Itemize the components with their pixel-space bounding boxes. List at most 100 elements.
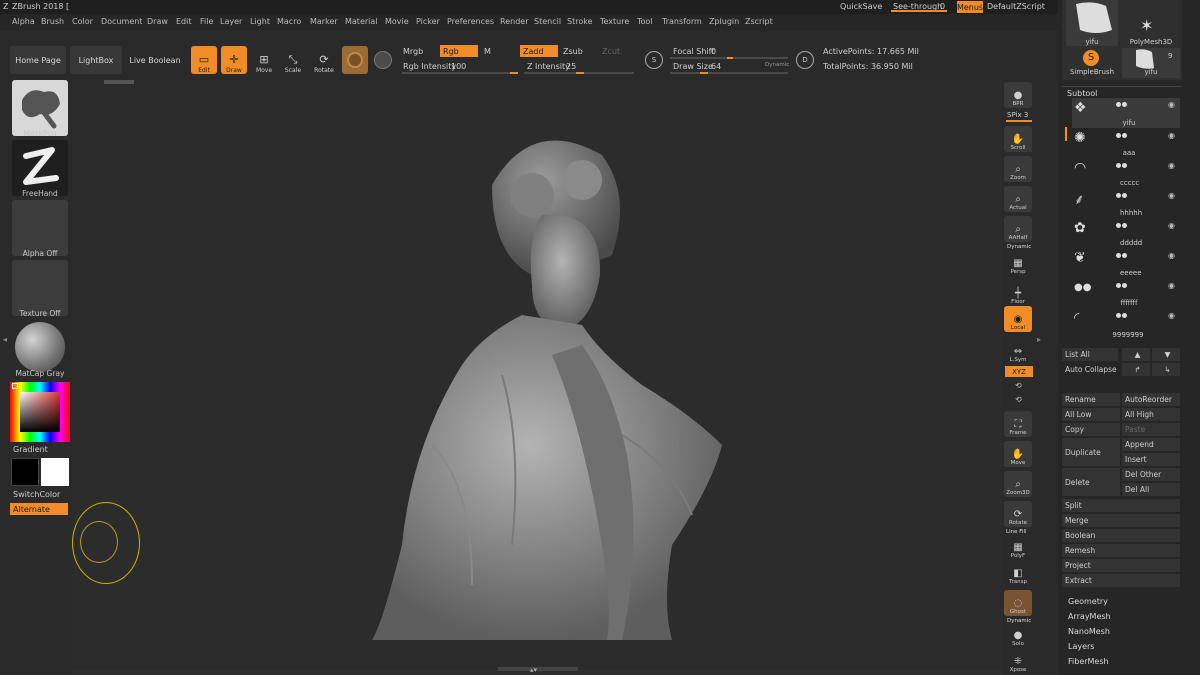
copy-button[interactable]: Copy xyxy=(1062,423,1120,436)
subtool-toggle-icon[interactable] xyxy=(1122,223,1127,228)
menu-brush[interactable]: Brush xyxy=(41,17,64,26)
menu-light[interactable]: Light xyxy=(250,17,270,26)
zsub-button[interactable]: Zsub xyxy=(563,47,583,56)
dynamic-label[interactable]: Dynamic xyxy=(765,62,789,68)
subtool-toggle-icon[interactable] xyxy=(1116,313,1121,318)
zoom3d-button[interactable]: ⌕ Zoom3D xyxy=(1004,471,1032,497)
menu-transform[interactable]: Transform xyxy=(662,17,702,26)
transp-button[interactable]: ◧ Transp xyxy=(1004,560,1032,586)
rgb-button[interactable]: Rgb xyxy=(440,45,478,57)
draw-button[interactable]: ✛ Draw xyxy=(221,46,247,74)
menu-zscript[interactable]: Zscript xyxy=(745,17,773,26)
move-view-button[interactable]: ✋ Move xyxy=(1004,441,1032,467)
quicksave-button[interactable]: QuickSave xyxy=(840,2,882,11)
edit-button[interactable]: ▭ Edit xyxy=(191,46,217,74)
tool-thumb-yifu[interactable]: yifu xyxy=(1066,0,1118,46)
del-other-button[interactable]: Del Other xyxy=(1122,468,1180,481)
lazy-stroke-icon[interactable]: S xyxy=(645,51,663,69)
subtool-toggle-icon[interactable] xyxy=(1122,283,1127,288)
arraymesh-section[interactable]: ArrayMesh xyxy=(1068,612,1111,621)
xyz-button[interactable]: XYZ xyxy=(1005,366,1033,377)
subtool-toggle-icon[interactable] xyxy=(1116,223,1121,228)
subtool-toggle-icon[interactable] xyxy=(1122,313,1127,318)
spix-value[interactable]: SPix 3 xyxy=(1007,111,1028,119)
spotlight-icon[interactable]: D xyxy=(796,51,814,69)
stroke-thumbnail[interactable] xyxy=(12,140,68,196)
actual-button[interactable]: ⌕ Actual xyxy=(1004,186,1032,212)
subtool-title[interactable]: Subtool xyxy=(1067,89,1097,98)
canvas-bottom-scroll[interactable] xyxy=(498,667,578,671)
extract-section[interactable]: Extract xyxy=(1062,574,1180,587)
insert-button[interactable]: Insert xyxy=(1122,453,1180,466)
rotate-z-icon[interactable]: ⟲ xyxy=(1015,395,1022,404)
visibility-eye-icon[interactable]: ◉ xyxy=(1168,311,1175,320)
subtool-toggle-icon[interactable] xyxy=(1122,133,1127,138)
append-button[interactable]: Append xyxy=(1122,438,1180,451)
menu-color[interactable]: Color xyxy=(72,17,93,26)
project-section[interactable]: Project xyxy=(1062,559,1180,572)
all-low-button[interactable]: All Low xyxy=(1062,408,1120,421)
menu-alpha[interactable]: Alpha xyxy=(12,17,35,26)
remesh-section[interactable]: Remesh xyxy=(1062,544,1180,557)
rotate-y-icon[interactable]: ⟲ xyxy=(1015,381,1022,390)
subtool-toggle-icon[interactable] xyxy=(1122,163,1127,168)
merge-section[interactable]: Merge xyxy=(1062,514,1180,527)
scroll-button[interactable]: ✋ Scroll xyxy=(1004,126,1032,152)
menu-stroke[interactable]: Stroke xyxy=(567,17,593,26)
geometry-section[interactable]: Geometry xyxy=(1068,597,1108,606)
rotate-view-button[interactable]: ⟳ Rotate xyxy=(1004,501,1032,527)
floor-button[interactable]: ┿ Floor xyxy=(1004,280,1032,306)
subtool-toggle-icon[interactable] xyxy=(1122,193,1127,198)
autoreorder-button[interactable]: AutoReorder xyxy=(1122,393,1180,406)
visibility-eye-icon[interactable]: ◉ xyxy=(1168,221,1175,230)
material-swatch-button[interactable] xyxy=(342,46,368,74)
xpose-button[interactable]: ⁜ Xpose xyxy=(1004,650,1032,674)
menu-document[interactable]: Document xyxy=(101,17,142,26)
lightbox-button[interactable]: LightBox xyxy=(70,46,122,74)
move-down-button[interactable]: ▼ xyxy=(1152,348,1180,361)
menu-file[interactable]: File xyxy=(200,17,213,26)
fibermesh-section[interactable]: FiberMesh xyxy=(1068,657,1109,666)
rename-button[interactable]: Rename xyxy=(1062,393,1120,406)
menu-layer[interactable]: Layer xyxy=(220,17,242,26)
home-page-button[interactable]: Home Page xyxy=(10,46,66,74)
paste-button[interactable]: Paste xyxy=(1122,423,1180,436)
polyf-button[interactable]: ▦ PolyF xyxy=(1004,534,1032,560)
menus-button[interactable]: Menus xyxy=(957,1,983,13)
menu-movie[interactable]: Movie xyxy=(385,17,409,26)
local-button[interactable]: ◉ Local xyxy=(1004,306,1032,332)
scale-button[interactable]: ⤡ Scale xyxy=(280,46,306,75)
switch-color-button[interactable]: SwitchColor xyxy=(13,490,60,499)
ghost-button[interactable]: ◌ Ghost xyxy=(1004,590,1032,616)
mrgb-button[interactable]: Mrgb xyxy=(403,47,423,56)
menu-preferences[interactable]: Preferences xyxy=(447,17,494,26)
subtool-scrollbar[interactable] xyxy=(1065,127,1067,141)
del-all-button[interactable]: Del All xyxy=(1122,483,1180,496)
subtool-toggle-icon[interactable] xyxy=(1116,193,1121,198)
collapse-right-icon[interactable]: ▸ xyxy=(1037,335,1041,344)
material-thumbnail[interactable] xyxy=(12,320,68,376)
delete-button[interactable]: Delete xyxy=(1062,468,1120,496)
main-color-swatch[interactable] xyxy=(11,458,39,486)
move-up-button[interactable]: ▲ xyxy=(1122,348,1150,361)
menu-material[interactable]: Material xyxy=(345,17,378,26)
duplicate-button[interactable]: Duplicate xyxy=(1062,438,1120,466)
nanomesh-section[interactable]: NanoMesh xyxy=(1068,627,1110,636)
brush-thumbnail[interactable] xyxy=(12,80,68,136)
frame-button[interactable]: ⛶ Frame xyxy=(1004,411,1032,437)
split-section[interactable]: Split xyxy=(1062,499,1180,512)
aahalf-button[interactable]: ⌕ AAHalf xyxy=(1004,216,1032,242)
menu-macro[interactable]: Macro xyxy=(277,17,301,26)
secondary-color-swatch[interactable] xyxy=(41,458,69,486)
subtool-toggle-icon[interactable] xyxy=(1116,163,1121,168)
subtool-toggle-icon[interactable] xyxy=(1122,102,1127,107)
gradient-label[interactable]: Gradient xyxy=(13,445,48,454)
visibility-eye-icon[interactable]: ◉ xyxy=(1168,161,1175,170)
list-all-button[interactable]: List All xyxy=(1062,348,1118,361)
alternate-button[interactable]: Alternate xyxy=(10,503,68,515)
menu-tool[interactable]: Tool xyxy=(637,17,653,26)
subtool-toggle-icon[interactable] xyxy=(1122,253,1127,258)
menu-edit[interactable]: Edit xyxy=(176,17,192,26)
menu-stencil[interactable]: Stencil xyxy=(534,17,561,26)
arrow-right-up-button[interactable]: ↱ xyxy=(1122,363,1150,376)
